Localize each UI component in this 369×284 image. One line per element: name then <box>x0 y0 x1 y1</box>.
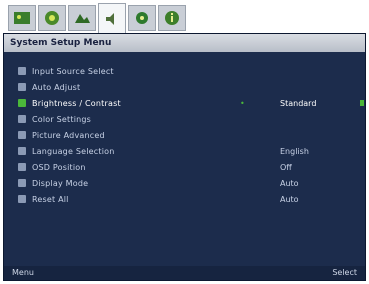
menu-item[interactable]: Display Mode Auto <box>18 176 363 190</box>
menu-item-label: Display Mode <box>32 178 89 188</box>
color-settings-icon <box>18 115 26 123</box>
brightness-icon <box>18 99 26 107</box>
menu-item-label: Language Selection <box>32 146 115 156</box>
menu-item[interactable]: Color Settings <box>18 112 363 126</box>
reset-icon <box>18 195 26 203</box>
tab-info[interactable] <box>158 5 186 31</box>
menu-item-label: Reset All <box>32 194 69 204</box>
footer-bar: Menu Select <box>4 266 365 280</box>
menu-item[interactable]: OSD Position Off <box>18 160 363 174</box>
menu-item-label: Input Source Select <box>32 66 114 76</box>
tab-bar <box>8 3 186 33</box>
menu-item[interactable]: Input Source Select <box>18 64 363 78</box>
menu-item-label: Picture Advanced <box>32 130 105 140</box>
osd-position-icon <box>18 163 26 171</box>
menu-item[interactable]: Language Selection English <box>18 144 363 158</box>
footer-left-hint: Menu <box>12 268 34 277</box>
display-mode-icon <box>18 179 26 187</box>
menu-item-label: Brightness / Contrast <box>32 98 121 108</box>
picture-advanced-icon <box>18 131 26 139</box>
language-icon <box>18 147 26 155</box>
tab-picture[interactable] <box>8 5 36 31</box>
menu-item-value: Auto <box>280 194 299 204</box>
menu-title: System Setup Menu <box>4 34 365 52</box>
menu-item[interactable]: Auto Adjust <box>18 80 363 94</box>
tab-settings[interactable] <box>128 5 156 31</box>
input-icon <box>18 67 26 75</box>
footer-right-hint: Select <box>332 268 357 277</box>
menu-item-value: Standard <box>280 98 317 108</box>
osd-panel: System Setup Menu Input Source Select Au… <box>3 33 366 281</box>
menu-list: Input Source Select Auto Adjust Brightne… <box>18 64 364 208</box>
tab-image[interactable] <box>68 5 96 31</box>
menu-item-value: Off <box>280 162 292 172</box>
tab-audio[interactable] <box>98 3 126 33</box>
info-icon <box>165 11 179 25</box>
tab-color[interactable] <box>38 5 66 31</box>
menu-item-label: OSD Position <box>32 162 86 172</box>
auto-adjust-icon <box>18 83 26 91</box>
menu-item-value: Auto <box>280 178 299 188</box>
menu-item[interactable]: Reset All Auto <box>18 192 363 206</box>
image-icon <box>75 14 90 23</box>
menu-item[interactable]: Picture Advanced <box>18 128 363 142</box>
selection-bar <box>360 100 364 106</box>
audio-icon <box>106 12 114 25</box>
settings-icon <box>136 12 148 24</box>
menu-item-selected[interactable]: Brightness / Contrast • Standard <box>18 96 364 110</box>
menu-item-label: Auto Adjust <box>32 82 81 92</box>
menu-item-label: Color Settings <box>32 114 92 124</box>
selection-marker: • <box>240 98 245 108</box>
color-icon <box>45 11 59 25</box>
picture-icon <box>14 12 30 24</box>
menu-item-value: English <box>280 146 309 156</box>
